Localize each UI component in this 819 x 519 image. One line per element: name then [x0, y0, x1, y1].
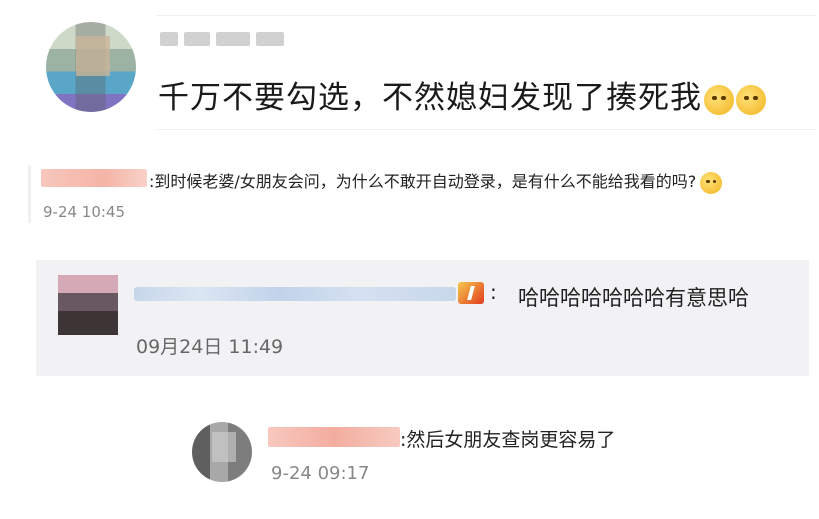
main-comment-card: 千万不要勾选，不然媳妇发现了揍死我	[44, 12, 816, 130]
grin-emoji-icon	[736, 84, 766, 115]
reply-timestamp: 9-24 10:45	[43, 203, 126, 221]
avatar[interactable]	[46, 22, 136, 112]
reply-timestamp: 09月24日 11:49	[136, 336, 284, 358]
reply-text: :到时候老婆/女朋友会问，为什么不敢开自动登录，是有什么不能给我看的吗?	[149, 168, 723, 194]
doge-emoji-icon	[704, 84, 734, 115]
reply-colon: :	[490, 280, 497, 304]
avatar[interactable]	[58, 275, 118, 335]
divider	[156, 129, 816, 130]
reply-text: :然后女朋友查岗更容易了	[400, 429, 616, 451]
reply-item: :然后女朋友查岗更容易了 9-24 09:17	[188, 418, 788, 498]
divider	[156, 15, 816, 16]
doge-emoji-icon	[700, 171, 723, 194]
vip-badge-icon	[458, 282, 484, 304]
comment-text: 千万不要勾选，不然媳妇发现了揍死我	[158, 72, 766, 117]
comment-text-content: 千万不要勾选，不然媳妇发现了揍死我	[158, 80, 702, 116]
redacted-username[interactable]	[41, 169, 147, 187]
quoted-reply-card: : 哈哈哈哈哈哈哈有意思哈 09月24日 11:49	[36, 260, 809, 376]
author-name-blurred[interactable]	[160, 30, 300, 48]
reply-text-content: :到时候老婆/女朋友会问，为什么不敢开自动登录，是有什么不能给我看的吗?	[149, 172, 697, 191]
redacted-username[interactable]	[268, 427, 400, 447]
redacted-username[interactable]	[134, 287, 456, 301]
avatar[interactable]	[192, 422, 252, 482]
reply-item: :到时候老婆/女朋友会问，为什么不敢开自动登录，是有什么不能给我看的吗? 9-2…	[28, 165, 819, 223]
reply-timestamp: 9-24 09:17	[271, 463, 370, 484]
reply-text: 哈哈哈哈哈哈哈有意思哈	[518, 286, 749, 310]
